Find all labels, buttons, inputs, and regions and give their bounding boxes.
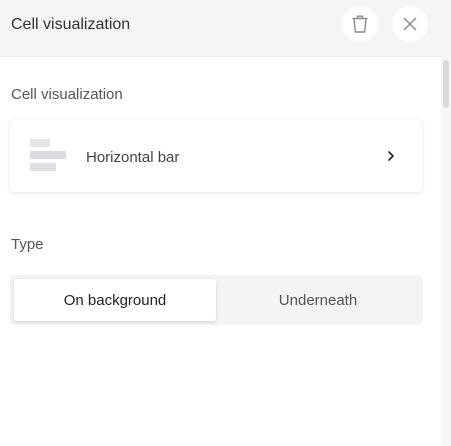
panel-title: Cell visualization [11,16,131,33]
trash-icon [352,15,368,33]
type-label: Type [11,236,44,253]
chevron-right-icon [388,151,394,161]
scrollbar-thumb[interactable] [443,60,449,108]
horizontal-bar-chart-icon [30,139,66,171]
panel-header: Cell visualization [0,0,441,57]
visualization-selector[interactable]: Horizontal bar [10,120,422,192]
type-option-underneath[interactable]: Underneath [217,279,419,321]
type-segmented-control: On background Underneath [10,275,423,325]
close-icon [403,17,417,31]
visualization-label: Horizontal bar [86,149,180,166]
close-button[interactable] [392,6,428,42]
delete-button[interactable] [342,6,378,42]
type-option-on-background[interactable]: On background [14,279,216,321]
cell-visualization-label: Cell visualization [11,86,123,103]
